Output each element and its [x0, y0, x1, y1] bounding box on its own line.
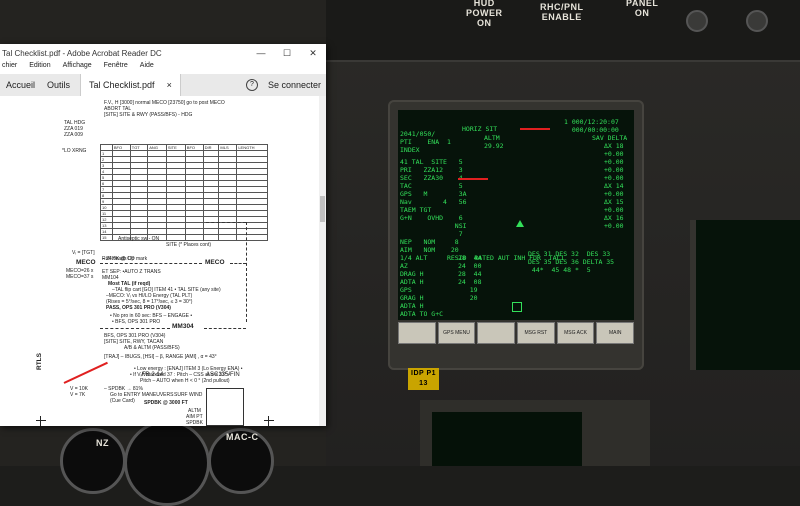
cursor-icon	[512, 302, 522, 312]
pass-ops: PASS, OPS 301 PRO (V304)	[106, 305, 171, 311]
site-note: SITE (* Places cont)	[166, 242, 212, 248]
toggle-switch[interactable]	[746, 10, 768, 32]
edge-key-msg-rst[interactable]: MSG RST	[517, 322, 555, 344]
crosshair-icon	[264, 420, 274, 421]
lower-mfd-screen	[432, 412, 582, 466]
edge-key-main[interactable]: MAIN	[596, 322, 635, 344]
mfd-header-right: 1 000/12:20:07 000/00:00:00	[564, 118, 619, 134]
cue-card: (Cue Card)	[110, 398, 135, 404]
mfd-edge-keys: GPS MENU MSG RST MSG ACK MAIN	[398, 322, 635, 344]
edge-key-3[interactable]	[477, 322, 516, 344]
traj: [TRAJ] – IBUGS, [HSI] – β, RANGE [AMI] ,…	[104, 354, 217, 360]
red-arrow-icon	[63, 361, 108, 384]
mfd-altm: ALTM 29.92	[484, 134, 504, 150]
dash-line	[100, 263, 202, 264]
mfd-des-block: DES 31 DES 32 DES 33 DES 35 DES 36 DELTA…	[528, 250, 615, 274]
acrobat-window: Tal Checklist.pdf - Adobe Acrobat Reader…	[0, 44, 326, 426]
mfd-header-title: HORIZ SIT	[462, 125, 498, 133]
attitude-indicator	[60, 428, 126, 494]
edge-key-msg-ack[interactable]: MSG ACK	[556, 322, 595, 344]
v-tgt: Vᵢ = [TGT]	[72, 250, 95, 256]
crosshair-icon	[36, 420, 46, 421]
menu-affichage[interactable]: Affichage	[63, 62, 92, 74]
crosshair-icon	[40, 416, 41, 426]
pitch-auto: Pitch – AUTO when H < 0 ° (2nd pullout)	[140, 378, 230, 384]
footer-left: FB 2-14	[142, 372, 164, 378]
menu-edition[interactable]: Edition	[29, 62, 50, 74]
minimize-button[interactable]: —	[248, 48, 274, 59]
crosshair-icon	[268, 416, 269, 426]
v7k: V = 7K	[70, 392, 86, 398]
side-mfd-screen	[690, 220, 800, 370]
heading-marker-icon	[516, 220, 524, 227]
idp-p1-label: IDP P1 13	[408, 368, 440, 390]
spdbk3000: SPDBK @ 3000 FT	[144, 400, 188, 406]
dash-line	[230, 263, 246, 264]
panel-on-label: PANEL ON	[626, 0, 659, 18]
maximize-button[interactable]: ☐	[274, 48, 300, 59]
tab-bar: Accueil Outils Tal Checklist.pdf × ? Se …	[0, 74, 326, 97]
tab-outils[interactable]: Outils	[41, 80, 76, 90]
scrollbar-thumb[interactable]	[320, 196, 325, 222]
dash-line	[204, 328, 246, 329]
sign-in-link[interactable]: Se connecter	[268, 80, 321, 90]
tab-accueil[interactable]: Accueil	[0, 80, 41, 90]
vertical-scrollbar[interactable]	[319, 96, 326, 426]
entry-table	[206, 388, 244, 426]
close-button[interactable]: ✕	[300, 48, 326, 59]
nz-label: NZ	[96, 438, 109, 448]
mfd-numbers-block: 28 44 24 00 28 44 24 08 19 20	[458, 254, 482, 302]
tal-site-table: BFO TGT ANG SITE BFO DIR MLS LENGTH 1 2 3 4 5 6…	[100, 144, 268, 241]
meco-heading: MECO	[76, 259, 96, 266]
tab-document-label: Tal Checklist.pdf	[89, 80, 155, 90]
mfd-body-left: 41 TAL SITE 5 PRI ZZA12 3 SEC ZZA30 4 TA…	[400, 158, 565, 318]
meco-right-heading: MECO	[205, 259, 225, 266]
window-title: Tal Checklist.pdf - Adobe Acrobat Reader…	[2, 48, 162, 58]
menu-fenetre[interactable]: Fenêtre	[104, 62, 128, 74]
tab-document[interactable]: Tal Checklist.pdf ×	[80, 74, 181, 96]
mfd-body-right: ΔX 18 +0.00 +0.00 +0.00 +0.00 ΔX 14 +0.0…	[604, 142, 624, 230]
doc-line: [SITE] SITE & RWY (PASS/BFS) - HDG	[104, 112, 193, 118]
lo-xrng: *LO XRNG	[62, 148, 87, 154]
red-arrow-icon	[458, 178, 488, 180]
footer-right: ASC135/FIN	[206, 372, 240, 378]
hud-power-label: HUD POWER ON	[466, 0, 503, 28]
menu-bar: chier Edition Affichage Fenêtre Aide	[0, 62, 326, 74]
edge-key-gps-menu[interactable]: GPS MENU	[437, 322, 476, 344]
dash-line	[100, 328, 170, 329]
menu-aide[interactable]: Aide	[140, 62, 154, 74]
adi-indicator	[124, 420, 210, 506]
switch-panel: HUD POWER ON RHC/PNL ENABLE PANEL ON	[326, 0, 800, 62]
dash-line	[206, 222, 246, 223]
menu-fichier[interactable]: chier	[2, 62, 17, 74]
mac-label: MAC-C	[226, 432, 259, 442]
mfd-header-left: 2041/050/ PTI ENA 1 INDEX	[400, 130, 451, 154]
red-arrow-icon	[520, 128, 550, 130]
title-bar: Tal Checklist.pdf - Adobe Acrobat Reader…	[0, 44, 326, 62]
toggle-switch[interactable]	[686, 10, 708, 32]
dash-line	[246, 222, 247, 322]
meco-line: – 24.0K @ CO mark	[102, 256, 148, 262]
surf-wind: SURF WIND	[174, 392, 203, 398]
tal-zza2: ZZA 009	[64, 132, 83, 138]
alim: A/B & ALTM (PASS/BFS)	[124, 345, 180, 351]
switch-note: Antiseptic sw - ON	[118, 236, 160, 242]
close-tab-icon[interactable]: ×	[167, 80, 172, 90]
rtls-label: RTLS	[36, 353, 43, 370]
spdbk2-label: SPDBK	[186, 420, 203, 426]
mfd-screen: 2041/050/ PTI ENA 1 INDEX HORIZ SIT ALTM…	[398, 110, 634, 320]
mfd-sav-delta: SAV DELTA	[592, 134, 628, 142]
mm304-heading: MM304	[172, 323, 194, 330]
rhc-pnl-label: RHC/PNL ENABLE	[540, 2, 584, 22]
help-icon[interactable]: ?	[245, 79, 258, 91]
edge-key-1[interactable]	[398, 322, 436, 344]
bfs-pro: • BFS, OPS 301 PRO	[112, 319, 161, 325]
meco-left-label2: MECO=37 s	[66, 274, 94, 280]
